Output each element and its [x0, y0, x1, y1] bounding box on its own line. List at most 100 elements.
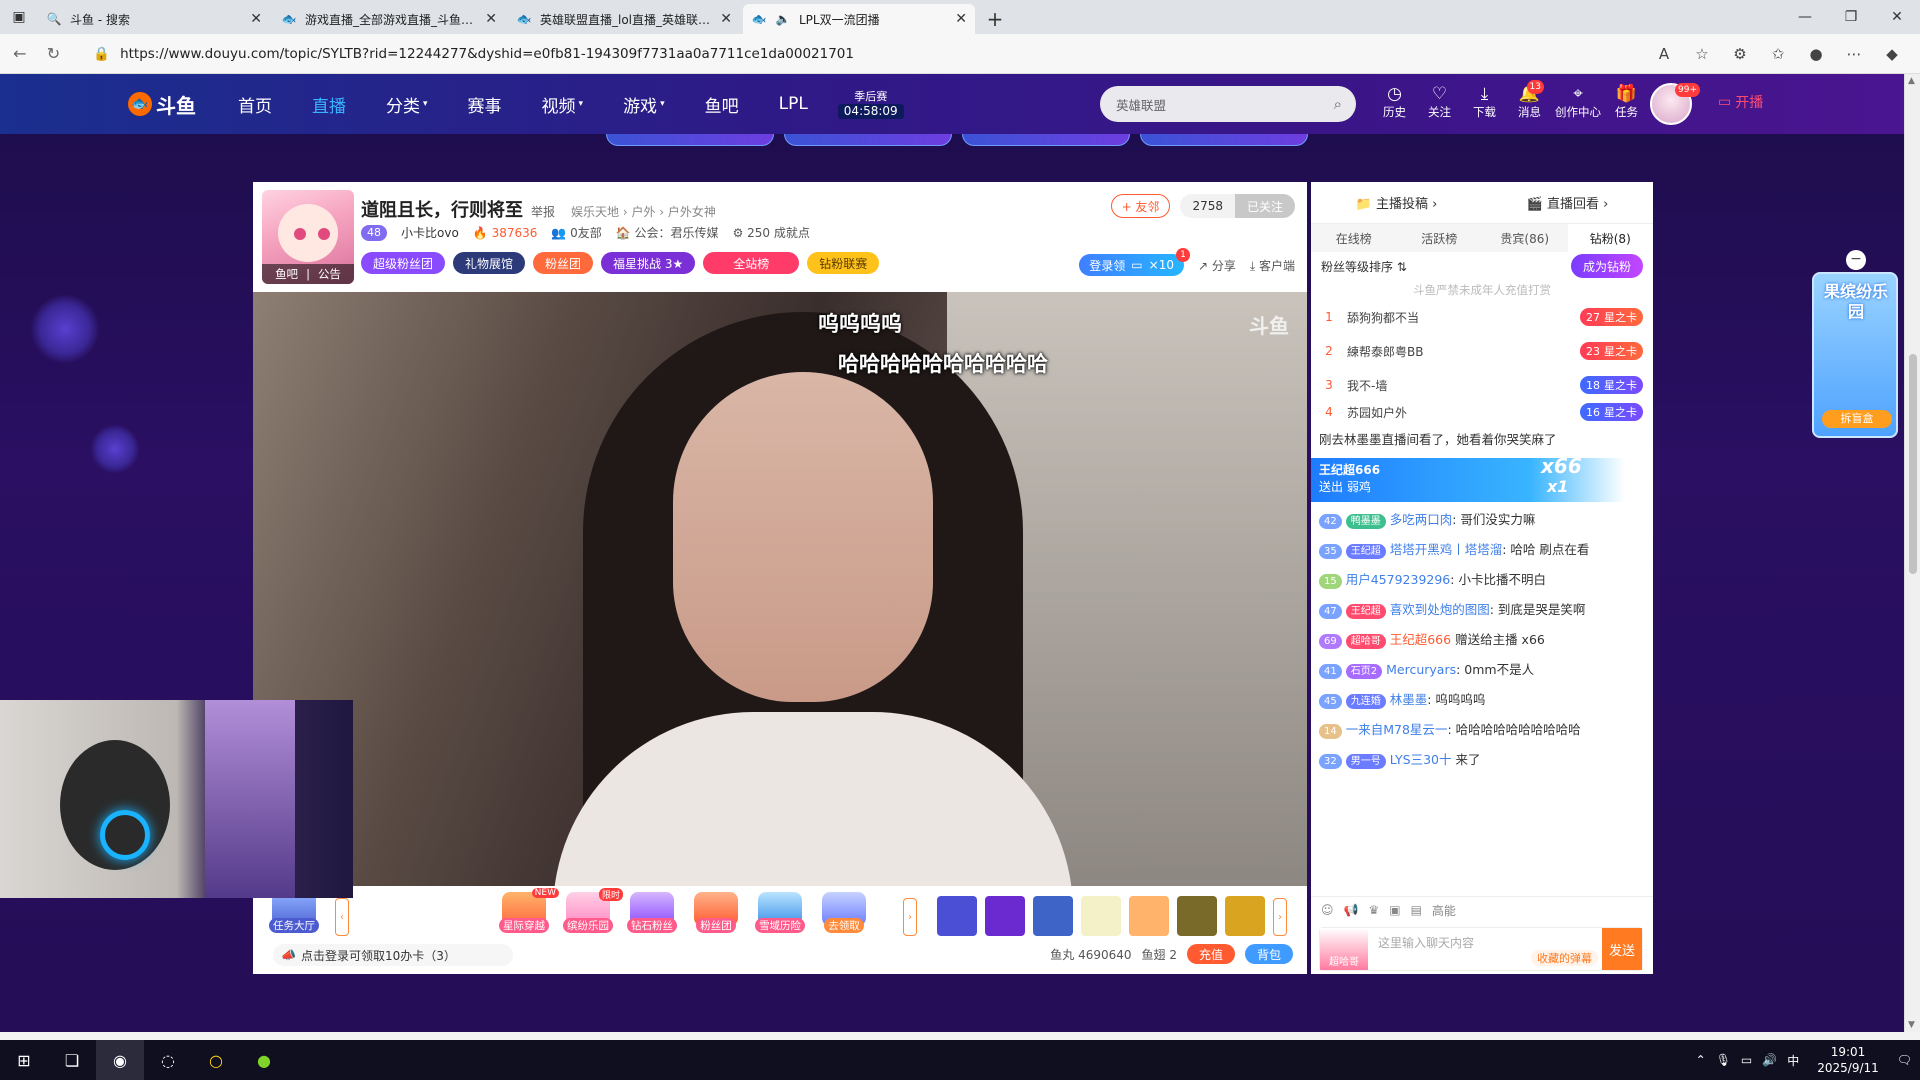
chat-list[interactable]: 刚去林墨墨直播间看了，她看着你哭笑麻了 王纪超666 送出 弱鸡 x66 x1 … [1311, 430, 1653, 896]
search-icon[interactable]: ⌕ [1334, 95, 1342, 113]
fan-club-button[interactable]: 粉丝团 [687, 892, 745, 933]
mini-player[interactable] [0, 700, 353, 898]
nav-events[interactable]: 赛事 [448, 92, 522, 117]
gift-scroll-arrow[interactable]: › [1273, 898, 1287, 936]
minimize-icon[interactable]: — [1782, 0, 1828, 34]
gift-item[interactable] [1129, 896, 1169, 936]
close-window-icon[interactable]: ✕ [1874, 0, 1920, 34]
tab-actions-icon[interactable]: ▣ [0, 0, 38, 34]
browser-tab-active[interactable]: 🐟 🔈 LPL双一流团播 ✕ [743, 4, 975, 34]
tab-vip[interactable]: 贵宾(86) [1482, 224, 1568, 252]
send-button[interactable]: 发送 [1602, 928, 1642, 970]
creator-center-button[interactable]: ⌖ 创作中心 [1552, 84, 1604, 120]
app-icon[interactable]: ○ [192, 1040, 240, 1080]
season-countdown[interactable]: 季后赛 04:58:09 [837, 89, 904, 119]
gift-item[interactable] [1081, 896, 1121, 936]
gift-item[interactable] [937, 896, 977, 936]
lucky-challenge-tag[interactable]: 福星挑战 3★ [601, 252, 696, 274]
sub-tab[interactable] [784, 134, 952, 146]
site-rank-tag[interactable]: 全站榜 [703, 252, 800, 274]
history-button[interactable]: ◷ 历史 [1372, 84, 1417, 120]
close-tab-icon[interactable]: ✕ [485, 11, 497, 27]
network-icon[interactable]: ▭ [1741, 1053, 1752, 1067]
anchor-avatar[interactable]: 鱼吧 | 公告 [262, 190, 354, 284]
notice-link[interactable]: 公告 [318, 266, 341, 282]
browser-tab[interactable]: 🐟 英雄联盟直播_lol直播_英雄联盟直 ✕ [508, 4, 740, 34]
tray-expand-icon[interactable]: ⌃ [1696, 1053, 1706, 1067]
tab-diamond-fans[interactable]: 钻粉(8) [1567, 224, 1653, 252]
edge-icon[interactable]: ◉ [96, 1040, 144, 1080]
douyu-logo[interactable]: 🐟 斗鱼 [128, 89, 200, 119]
copilot-icon[interactable]: ◆ [1878, 40, 1906, 68]
restore-icon[interactable]: ❐ [1828, 0, 1874, 34]
tab-active-rank[interactable]: 活跃榜 [1397, 224, 1483, 252]
new-tab-button[interactable]: + [978, 4, 1012, 34]
speaker-icon[interactable]: 🔈 [775, 11, 791, 27]
interstellar-button[interactable]: NEW 星际穿越 [495, 888, 559, 933]
nav-lpl[interactable]: LPL [759, 94, 828, 114]
gift-item[interactable] [1225, 896, 1265, 936]
app-icon[interactable]: ● [240, 1040, 288, 1080]
horn-icon[interactable]: 📢 [1344, 903, 1359, 917]
snow-adventure-button[interactable]: 雪域历险 [751, 892, 809, 933]
diamond-league-tag[interactable]: 钻粉联赛 [807, 252, 880, 274]
backpack-button[interactable]: 背包 [1244, 944, 1293, 964]
recharge-button[interactable]: 充值 [1186, 944, 1235, 964]
gift-item[interactable] [985, 896, 1025, 936]
gift-hall-tag[interactable]: 礼物展馆 [453, 252, 526, 274]
video-player[interactable]: 呜呜呜呜 哈哈哈哈哈哈哈哈哈哈 斗鱼 [253, 292, 1307, 886]
close-tab-icon[interactable]: ✕ [250, 11, 262, 27]
url-field[interactable]: 🔒 https://www.douyu.com/topic/SYLTB?rid=… [81, 39, 1650, 69]
back-icon[interactable]: ← [6, 40, 34, 68]
nav-games[interactable]: 游戏 ▾ [603, 92, 685, 117]
favorites-icon[interactable]: ✩ [1764, 40, 1792, 68]
rank-row[interactable]: 3 我不-墙 18 星之卡 [1311, 368, 1653, 402]
report-link[interactable]: 举报 [531, 203, 555, 220]
rank-row[interactable]: 2 練帮泰郎粤BB 23 星之卡 [1311, 334, 1653, 368]
app-icon[interactable]: ◌ [144, 1040, 192, 1080]
nav-home[interactable]: 首页 [218, 92, 292, 117]
breadcrumb[interactable]: 娱乐天地 › 户外 › 户外女神 [571, 203, 716, 220]
achievement[interactable]: ⚙ 250 成就点 [733, 224, 810, 241]
noble-icon[interactable]: ▤ [1411, 903, 1422, 917]
scroll-left-arrow[interactable]: ‹ [335, 898, 349, 936]
anchor-submission-link[interactable]: 📁 主播投稿 › [1356, 193, 1438, 212]
chat-input[interactable]: 超哈哥 这里输入聊天内容 收藏的弹幕 发送 [1319, 927, 1643, 971]
nav-yuba[interactable]: 鱼吧 [685, 92, 759, 117]
input-badge[interactable]: 超哈哥 [1320, 928, 1368, 970]
high-energy-button[interactable]: 高能 [1432, 902, 1456, 919]
guild[interactable]: 🏠 公会：君乐传媒 [616, 224, 719, 241]
start-icon[interactable]: ⊞ [0, 1040, 48, 1080]
browser-tab[interactable]: 🐟 游戏直播_全部游戏直播_斗鱼直播 ✕ [273, 4, 505, 34]
share-button[interactable]: ↗ 分享 [1198, 257, 1236, 274]
user-avatar[interactable]: 99+ [1650, 83, 1700, 125]
rank-row[interactable]: 1 舔狗狗都不当 27 星之卡 [1311, 300, 1653, 334]
candy-park-button[interactable]: 限时 缤纷乐园 [559, 888, 623, 933]
scroll-right-arrow[interactable]: › [903, 898, 917, 936]
message-button[interactable]: 🔔 13 消息 [1507, 80, 1552, 120]
search-input[interactable]: 英雄联盟 ⌕ [1100, 86, 1356, 122]
tab-online-rank[interactable]: 在线榜 [1311, 224, 1397, 252]
task-button[interactable]: 🎁 任务 [1604, 84, 1649, 120]
nav-live[interactable]: 直播 [292, 92, 366, 117]
microphone-icon[interactable]: 🎙 [1716, 1053, 1731, 1067]
friend-button[interactable]: + 友邻 [1110, 194, 1171, 218]
refresh-icon[interactable]: ↻ [40, 40, 68, 68]
page-scrollbar[interactable]: ▲ ▼ [1904, 74, 1920, 1032]
follow-button[interactable]: ♡ 关注 [1417, 84, 1462, 120]
be-diamond-button[interactable]: 成为钻粉 [1570, 254, 1643, 278]
close-tab-icon[interactable]: ✕ [720, 11, 732, 27]
login-gift-button[interactable]: 登录领 ▭ ×10 1 [1079, 248, 1190, 276]
sub-tab[interactable] [1140, 134, 1308, 146]
yuba-link[interactable]: 鱼吧 [275, 266, 298, 282]
volume-icon[interactable]: 🔊 [1762, 1053, 1777, 1067]
diamond-fans-button[interactable]: 钻石粉丝 [623, 892, 681, 933]
claim-card-hint[interactable]: 📣 点击登录可领取10办卡（3） [273, 944, 513, 966]
float-ad-button[interactable]: 拆盲盒 [1822, 410, 1892, 428]
broadcast-button[interactable]: ▭ 开播 [1718, 92, 1763, 112]
fan-club-tag[interactable]: 粉丝团 [533, 252, 594, 274]
saved-barrage-button[interactable]: 收藏的弹幕 [1531, 950, 1598, 966]
go-claim-button[interactable]: 去领取 [815, 892, 873, 933]
super-fan-tag[interactable]: 超级粉丝团 [361, 252, 446, 274]
gift-item[interactable] [1177, 896, 1217, 936]
